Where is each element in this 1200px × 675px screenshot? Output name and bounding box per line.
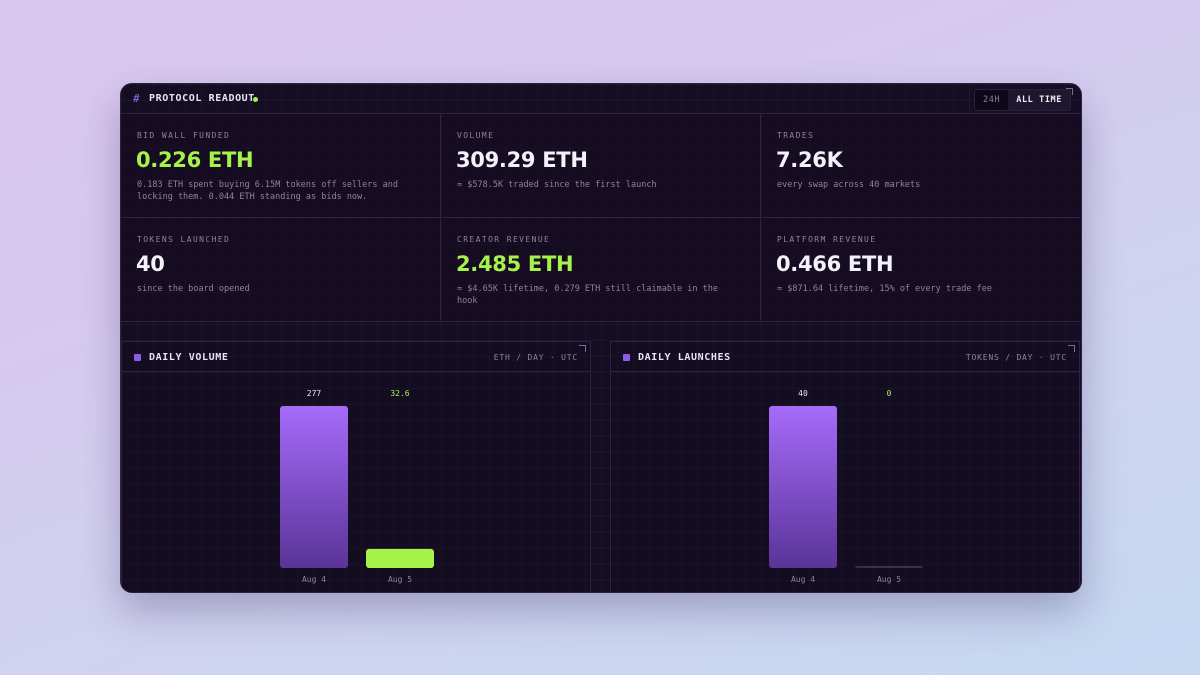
x-tick-label: Aug 4 [302,575,326,584]
bar-aug-4 [280,406,348,568]
bar-aug-4 [769,406,837,568]
daily-launches-chart: 40 Aug 4 0 Aug 5 [769,389,923,584]
stat-description: every swap across 40 markets [777,180,921,190]
stat-value: 2.485 ETH [456,252,574,276]
panel-units: TOKENS / DAY · UTC [965,353,1067,362]
panel-title: DAILY LAUNCHES [638,352,731,363]
stat-description: since the board opened [137,284,250,294]
stat-creator-revenue: CREATOR REVENUE 2.485 ETH ≈ $4.65K lifet… [441,218,761,322]
x-tick-label: Aug 4 [791,575,815,584]
panel-square-icon [134,354,141,361]
bar-value-label: 40 [798,389,808,398]
panel-units: ETH / DAY · UTC [493,353,578,362]
stat-volume: VOLUME 309.29 ETH ≈ $578.5K traded since… [441,114,761,218]
stat-value: 40 [136,252,165,276]
stat-value: 0.226 ETH [136,148,254,172]
stats-grid: BID WALL FUNDED 0.226 ETH 0.183 ETH spen… [121,114,1081,322]
stat-bid-wall-funded: BID WALL FUNDED 0.226 ETH 0.183 ETH spen… [121,114,441,218]
bar-value-label: 0 [887,389,892,398]
stat-description: 0.183 ETH spent buying 6.15M tokens off … [137,180,398,202]
panel-header: DAILY LAUNCHES TOKENS / DAY · UTC [611,342,1079,372]
x-tick-label: Aug 5 [388,575,412,584]
stat-description: ≈ $578.5K traded since the first launch [457,180,657,190]
time-range-toggle[interactable]: 24H ALL TIME [974,89,1071,111]
bar-aug-5 [366,548,434,568]
range-option-24h[interactable]: 24H [975,90,1008,110]
daily-volume-chart: 277 Aug 4 32.6 Aug 5 [280,389,434,584]
daily-launches-panel: DAILY LAUNCHES TOKENS / DAY · UTC 40 Aug … [610,341,1080,592]
stat-label: BID WALL FUNDED [137,131,231,140]
stat-label: TOKENS LAUNCHED [137,235,231,244]
bar-aug-5 [855,566,923,568]
stat-value: 0.466 ETH [776,252,894,276]
stat-label: VOLUME [457,131,495,140]
range-option-all-time[interactable]: ALL TIME [1008,90,1070,110]
stat-label: CREATOR REVENUE [457,235,551,244]
x-tick-label: Aug 5 [877,575,901,584]
corner-bracket-icon [579,345,586,352]
stat-platform-revenue: PLATFORM REVENUE 0.466 ETH ≈ $871.64 lif… [761,218,1081,322]
stat-trades: TRADES 7.26K every swap across 40 market… [761,114,1081,218]
card-header: # PROTOCOL READOUT 24H ALL TIME [121,84,1081,114]
protocol-readout-card: # PROTOCOL READOUT 24H ALL TIME BID WALL… [120,83,1082,593]
panel-title: DAILY VOLUME [149,352,229,363]
stat-label: TRADES [777,131,815,140]
stat-description: ≈ $871.64 lifetime, 15% of every trade f… [777,284,992,294]
stat-tokens-launched: TOKENS LAUNCHED 40 since the board opene… [121,218,441,322]
card-title: PROTOCOL READOUT [149,93,255,104]
hash-icon: # [133,92,140,105]
panel-square-icon [623,354,630,361]
corner-bracket-icon [1068,345,1075,352]
bar-value-label: 277 [307,389,322,398]
stat-value: 7.26K [776,148,843,172]
bar-value-label: 32.6 [390,389,409,398]
stat-label: PLATFORM REVENUE [777,235,877,244]
stat-value: 309.29 ETH [456,148,588,172]
live-status-dot [253,97,258,102]
stat-description: ≈ $4.65K lifetime, 0.279 ETH still claim… [457,284,718,306]
panel-header: DAILY VOLUME ETH / DAY · UTC [122,342,590,372]
daily-volume-panel: DAILY VOLUME ETH / DAY · UTC 277 Aug 4 32.… [121,341,591,592]
corner-bracket-icon [1066,88,1073,95]
